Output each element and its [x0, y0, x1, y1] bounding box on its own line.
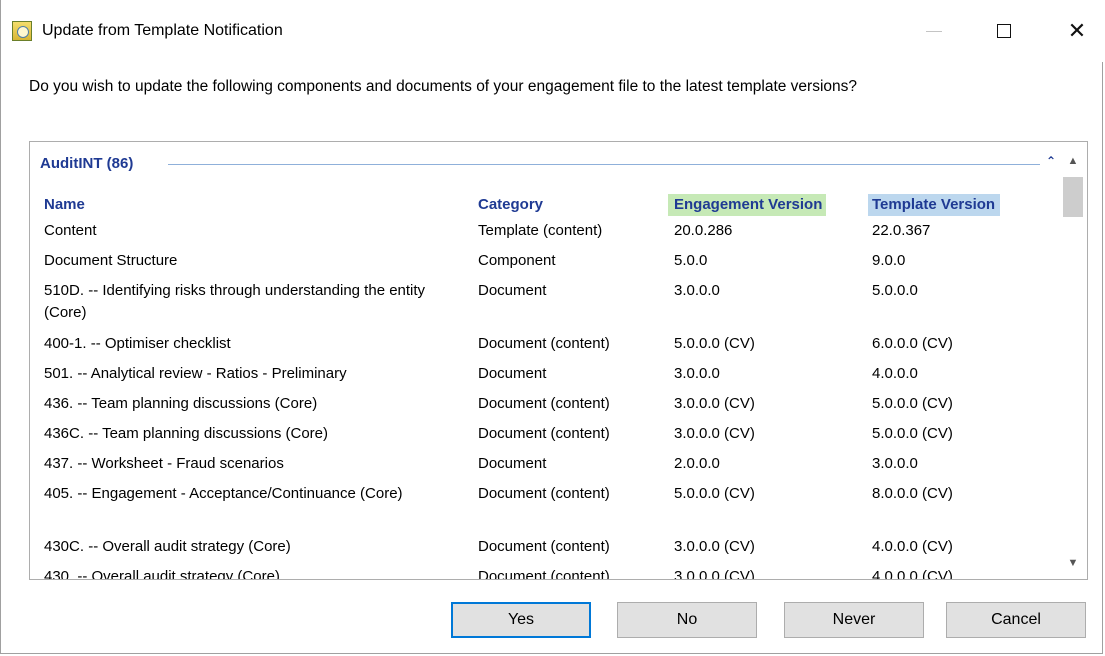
table-row[interactable]: 400-1. -- Optimiser checklist Document (… [30, 333, 1060, 363]
table-row[interactable]: 430C. -- Overall audit strategy (Core) D… [30, 536, 1060, 566]
close-button[interactable]: ✕ [1058, 14, 1096, 48]
window-title: Update from Template Notification [42, 22, 283, 39]
row-template-version: 9.0.0 [872, 252, 906, 269]
row-template-version: 6.0.0.0 (CV) [872, 335, 953, 352]
row-category: Document [478, 282, 547, 299]
no-button[interactable]: No [617, 602, 757, 638]
row-engagement-version: 3.0.0.0 (CV) [674, 395, 755, 412]
row-template-version: 4.0.0.0 (CV) [872, 538, 953, 555]
row-name: 436. -- Team planning discussions (Core) [44, 395, 318, 412]
row-category: Document [478, 365, 547, 382]
row-template-version: 5.0.0.0 (CV) [872, 395, 953, 412]
table-row[interactable]: 430. -- Overall audit strategy (Core) Do… [30, 566, 1060, 580]
dialog-window: Update from Template Notification ✕ Do y… [0, 0, 1104, 654]
row-engagement-version: 3.0.0.0 (CV) [674, 425, 755, 442]
group-header[interactable]: AuditINT (86) [40, 155, 133, 172]
row-template-version: 8.0.0.0 (CV) [872, 485, 953, 502]
row-name: 501. -- Analytical review - Ratios - Pre… [44, 365, 347, 382]
row-engagement-version: 3.0.0.0 [674, 365, 720, 382]
row-category: Document (content) [478, 335, 610, 352]
scrollbar-thumb[interactable] [1063, 177, 1083, 217]
row-name: 430. -- Overall audit strategy (Core) [44, 568, 280, 580]
group-divider [168, 164, 1040, 165]
row-engagement-version: 5.0.0.0 (CV) [674, 485, 755, 502]
row-category: Document [478, 455, 547, 472]
yes-button[interactable]: Yes [451, 602, 591, 638]
column-header-engagement-version[interactable]: Engagement Version [668, 194, 827, 216]
row-template-version: 4.0.0.0 (CV) [872, 568, 953, 580]
minimize-button[interactable] [915, 14, 953, 48]
never-button[interactable]: Never [784, 602, 924, 638]
collapse-chevron-icon[interactable]: ⌃ [1043, 153, 1059, 169]
table-row[interactable]: Content Template (content) 20.0.286 22.0… [30, 220, 1060, 250]
table-row[interactable]: 510D. -- Identifying risks through under… [30, 280, 1060, 333]
app-icon [12, 21, 32, 41]
close-icon: ✕ [1067, 18, 1087, 43]
cancel-button[interactable]: Cancel [946, 602, 1086, 638]
row-category: Component [478, 252, 556, 269]
row-category: Template (content) [478, 222, 603, 239]
row-name: 510D. -- Identifying risks through under… [44, 282, 426, 321]
row-category: Document (content) [478, 568, 610, 580]
row-name: 437. -- Worksheet - Fraud scenarios [44, 455, 284, 472]
scroll-down-arrow-icon[interactable]: ▼ [1063, 555, 1083, 571]
question-text: Do you wish to update the following comp… [29, 78, 858, 95]
row-name: 400-1. -- Optimiser checklist [44, 335, 231, 352]
row-template-version: 5.0.0.0 (CV) [872, 425, 953, 442]
table-row[interactable]: 436C. -- Team planning discussions (Core… [30, 423, 1060, 453]
row-engagement-version: 3.0.0.0 [674, 282, 720, 299]
title-bar[interactable]: Update from Template Notification ✕ [1, 0, 1104, 62]
row-engagement-version: 20.0.286 [674, 222, 733, 239]
scroll-up-arrow-icon[interactable]: ▲ [1063, 153, 1083, 169]
row-name: 436C. -- Team planning discussions (Core… [44, 425, 329, 442]
row-template-version: 4.0.0.0 [872, 365, 918, 382]
row-template-version: 5.0.0.0 [872, 282, 918, 299]
table-row[interactable]: 437. -- Worksheet - Fraud scenarios Docu… [30, 453, 1060, 483]
column-header-name[interactable]: Name [44, 194, 85, 216]
row-engagement-version: 5.0.0.0 (CV) [674, 335, 755, 352]
components-list-panel: AuditINT (86) ⌃ ▲ ▼ Name Category Engage… [29, 141, 1088, 580]
row-template-version: 3.0.0.0 [872, 455, 918, 472]
column-header-category[interactable]: Category [478, 194, 543, 216]
column-header-template-version[interactable]: Template Version [868, 194, 1001, 216]
row-name: 405. -- Engagement - Acceptance/Continua… [44, 485, 403, 502]
row-name: Document Structure [44, 252, 178, 269]
row-engagement-version: 3.0.0.0 (CV) [674, 538, 755, 555]
table-row[interactable]: 436. -- Team planning discussions (Core)… [30, 393, 1060, 423]
table-row[interactable]: 501. -- Analytical review - Ratios - Pre… [30, 363, 1060, 393]
table-row[interactable]: Document Structure Component 5.0.0 9.0.0 [30, 250, 1060, 280]
row-category: Document (content) [478, 485, 610, 502]
table-row[interactable]: 405. -- Engagement - Acceptance/Continua… [30, 483, 1060, 536]
rows-container: Content Template (content) 20.0.286 22.0… [30, 220, 1060, 580]
row-name: 430C. -- Overall audit strategy (Core) [44, 538, 291, 555]
row-category: Document (content) [478, 538, 610, 555]
row-name: Content [44, 222, 97, 239]
row-engagement-version: 5.0.0 [674, 252, 708, 269]
row-engagement-version: 3.0.0.0 (CV) [674, 568, 755, 580]
minimize-icon [926, 30, 942, 32]
row-engagement-version: 2.0.0.0 [674, 455, 720, 472]
row-category: Document (content) [478, 425, 610, 442]
maximize-icon [997, 24, 1011, 38]
row-category: Document (content) [478, 395, 610, 412]
maximize-button[interactable] [985, 14, 1023, 48]
row-template-version: 22.0.367 [872, 222, 931, 239]
